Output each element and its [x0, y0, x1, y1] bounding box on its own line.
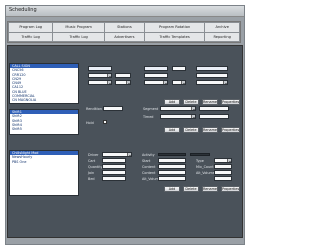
top-field-1[interactable] — [88, 66, 112, 71]
rename-button[interactable]: Rename — [202, 99, 218, 105]
top-field-7[interactable] — [196, 73, 228, 78]
join-field[interactable] — [102, 170, 126, 175]
rendition-field[interactable] — [103, 106, 123, 111]
top-field-3[interactable] — [144, 66, 168, 71]
tab-traffic-templates[interactable]: Traffic Templates — [143, 31, 206, 42]
content-field-1[interactable] — [158, 164, 186, 169]
content-label-2: Content — [142, 171, 156, 175]
tab-traffic-log-1[interactable]: Traffic Log — [7, 31, 54, 42]
timed-combo[interactable] — [160, 114, 196, 119]
type-combo[interactable] — [214, 158, 232, 163]
mix-count-field[interactable] — [214, 164, 232, 169]
timed-field[interactable] — [199, 114, 229, 119]
add-button[interactable]: Add — [164, 127, 180, 133]
top-combo-5[interactable] — [172, 80, 186, 85]
properties-button[interactable]: Properties — [221, 99, 240, 105]
properties-button[interactable]: Properties — [221, 127, 240, 133]
add-button[interactable]: Add — [164, 186, 180, 192]
tab-stations[interactable]: Stations — [103, 22, 145, 33]
bed-label: Bed — [88, 177, 95, 181]
quantity-field[interactable] — [102, 164, 126, 169]
extra-field[interactable] — [214, 176, 232, 181]
alt-volume-field-1[interactable] — [158, 176, 186, 181]
hold-label: Hold — [86, 121, 94, 125]
top-field-2[interactable] — [115, 73, 131, 78]
quantity-label: Quantity — [88, 165, 103, 169]
properties-button[interactable]: Properties — [221, 186, 240, 192]
cart-label: Cart — [88, 159, 96, 163]
top-combo-1[interactable] — [88, 73, 112, 78]
delete-button[interactable]: Delete — [183, 127, 199, 133]
type-label: Type — [196, 159, 204, 163]
list-item[interactable]: CN MAGNOLIA — [10, 98, 78, 102]
rendition-label: Rendition — [86, 107, 103, 111]
join-label: Join — [88, 171, 95, 175]
top-combo-4[interactable] — [144, 80, 168, 85]
tab-program-rotation[interactable]: Program Rotation — [143, 22, 206, 33]
list-item[interactable]: Shift5 — [10, 127, 78, 131]
window-title: Scheduling — [9, 7, 37, 13]
shift-list[interactable]: Shift1 Shift2 Shift3 Shift4 Shift5 — [9, 109, 79, 135]
hold-checkbox[interactable] — [103, 120, 107, 124]
segment-label: Segment — [143, 107, 159, 111]
tab-music-program[interactable]: Music Program — [52, 22, 105, 33]
start-label: Start — [142, 159, 151, 163]
activity-label: Activity — [142, 153, 155, 157]
alt-volume-label-2: Alt_Volume — [196, 171, 215, 175]
tab-program-log[interactable]: Program Log — [7, 22, 54, 33]
bed-field[interactable] — [102, 176, 126, 181]
tab-reporting[interactable]: Reporting — [204, 31, 240, 42]
mix-count-label: Mix_Count — [196, 165, 214, 169]
module-toolbar: Program Log Music Program Stations Progr… — [7, 21, 241, 43]
list-item[interactable]: PBS One — [10, 160, 78, 164]
program-list[interactable]: ChillsNight Mod NewsHourly PBS One — [9, 150, 79, 196]
top-field-5[interactable] — [172, 66, 186, 71]
delete-button[interactable]: Delete — [183, 99, 199, 105]
content-field-2[interactable] — [158, 170, 186, 175]
tab-advertisers[interactable]: Advertisers — [103, 31, 145, 42]
content-label-1: Content — [142, 165, 156, 169]
driver-label: Driver — [88, 153, 99, 157]
station-list[interactable]: CALL SIGN CNC56 CRR120 CN29 CN49 CA112 C… — [9, 63, 79, 104]
top-combo-6[interactable] — [196, 80, 228, 85]
tab-archive[interactable]: Archive — [204, 22, 240, 33]
alt-volume-field-2[interactable] — [214, 170, 232, 175]
top-field-6[interactable] — [196, 66, 228, 71]
start-field[interactable] — [158, 158, 186, 163]
add-button[interactable]: Add — [164, 99, 180, 105]
activity-slider-2[interactable] — [190, 153, 210, 156]
delete-button[interactable]: Delete — [183, 186, 199, 192]
segment-combo[interactable] — [160, 106, 196, 111]
cart-field[interactable] — [102, 158, 126, 163]
activity-slider[interactable] — [158, 153, 186, 156]
top-field-4[interactable] — [144, 73, 168, 78]
rename-button[interactable]: Rename — [202, 186, 218, 192]
tab-traffic-log-2[interactable]: Traffic Log — [52, 31, 105, 42]
driver-combo[interactable] — [102, 152, 132, 157]
top-combo-3[interactable] — [115, 80, 131, 85]
window-titlebar: Scheduling — [6, 6, 244, 17]
segment-field[interactable] — [199, 106, 229, 111]
timed-label: Timed — [143, 115, 154, 119]
top-combo-2[interactable] — [88, 80, 112, 85]
rename-button[interactable]: Rename — [202, 127, 218, 133]
